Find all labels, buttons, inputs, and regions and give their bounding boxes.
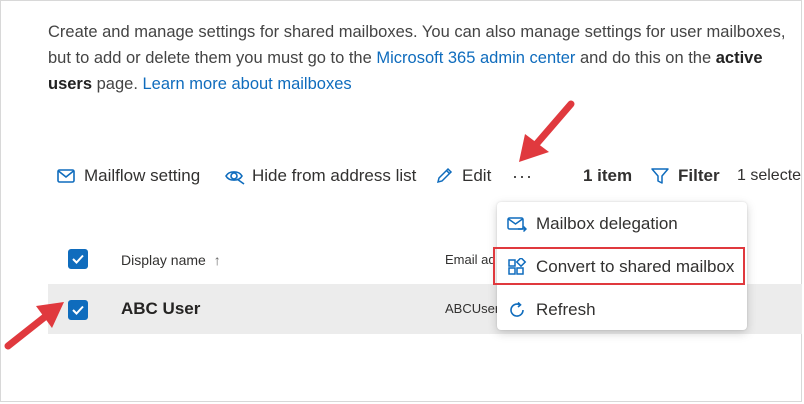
- more-actions-menu: Mailbox delegation Convert to shared mai…: [497, 202, 747, 330]
- row-checkbox[interactable]: [68, 300, 88, 320]
- item-count: 1 item: [583, 166, 633, 185]
- eye-hide-icon: [225, 171, 245, 185]
- refresh-label: Refresh: [536, 300, 596, 319]
- mailflow-setting-label: Mailflow setting: [84, 166, 201, 185]
- description-text-3: page.: [92, 75, 143, 93]
- pencil-icon: [436, 167, 453, 184]
- mailflow-setting-button[interactable]: Mailflow setting: [56, 160, 200, 192]
- row-display-name[interactable]: ABC User: [121, 299, 200, 319]
- menu-item-refresh[interactable]: Refresh: [497, 290, 747, 330]
- filter-label: Filter: [678, 166, 720, 185]
- edit-button[interactable]: Edit: [434, 160, 491, 192]
- convert-app-icon: [508, 258, 527, 275]
- select-all-checkbox[interactable]: [68, 249, 88, 269]
- learn-more-link[interactable]: Learn more about mailboxes: [143, 75, 352, 93]
- column-header-display-name[interactable]: Display name ↑: [121, 252, 221, 268]
- checkmark-icon: [72, 305, 84, 315]
- hide-from-address-list-label: Hide from address list: [252, 166, 417, 185]
- filter-button[interactable]: Filter: [650, 160, 720, 192]
- command-bar: Mailflow setting Hide from address list …: [56, 160, 804, 192]
- mailbox-delegation-label: Mailbox delegation: [536, 214, 678, 233]
- edit-label: Edit: [462, 166, 492, 185]
- display-name-header-label: Display name: [121, 252, 206, 268]
- mail-arrow-icon: [507, 217, 527, 233]
- menu-item-mailbox-delegation[interactable]: Mailbox delegation: [497, 204, 747, 244]
- menu-item-convert-to-shared-mailbox[interactable]: Convert to shared mailbox: [497, 247, 747, 287]
- admin-center-link[interactable]: Microsoft 365 admin center: [376, 49, 575, 67]
- sort-ascending-icon: ↑: [213, 252, 221, 268]
- row-email: ABCUser: [445, 301, 500, 316]
- checkmark-icon: [72, 254, 84, 264]
- page-description: Create and manage settings for shared ma…: [48, 19, 788, 97]
- convert-to-shared-mailbox-label: Convert to shared mailbox: [536, 257, 735, 276]
- selected-count: 1 selecte: [737, 167, 802, 184]
- filter-icon: [651, 168, 669, 184]
- mailflow-icon: [57, 169, 75, 183]
- refresh-icon: [510, 301, 524, 317]
- more-actions-button[interactable]: ···: [512, 160, 533, 192]
- column-header-email[interactable]: Email ad: [445, 252, 496, 267]
- hide-from-address-list-button[interactable]: Hide from address list: [224, 160, 416, 192]
- description-text-2: and do this on the: [575, 49, 716, 67]
